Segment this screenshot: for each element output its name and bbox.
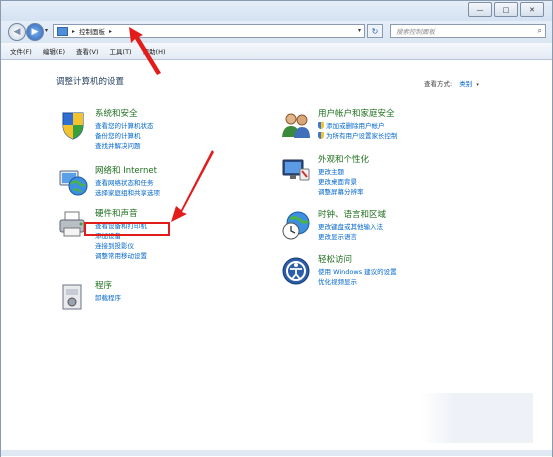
refresh-button[interactable]: ↻	[367, 24, 383, 38]
link-change-display-language[interactable]: 更改显示语言	[318, 232, 386, 242]
category-ease-of-access: 轻松访问 使用 Windows 建议的设置 优化视频显示	[280, 255, 397, 287]
programs-title[interactable]: 程序	[95, 281, 121, 292]
link-change-theme[interactable]: 更改主题	[318, 167, 369, 177]
breadcrumb-chevron-icon[interactable]: ▸	[72, 28, 75, 35]
category-appearance: 外观和个性化 更改主题 更改桌面背景 调整屏幕分辨率	[280, 155, 369, 197]
close-button[interactable]: ✕	[520, 2, 544, 17]
link-add-remove-accounts[interactable]: 添加或删除用户帐户	[318, 121, 398, 131]
link-mobility-settings[interactable]: 调整常用移动设置	[95, 251, 147, 261]
search-icon[interactable]: ⌕	[538, 26, 542, 36]
ease-of-access-icon[interactable]	[280, 255, 312, 287]
hardware-sound-title[interactable]: 硬件和声音	[95, 209, 147, 220]
menu-bar: 文件(F) 编辑(E) 查看(V) 工具(T) 帮助(H)	[1, 43, 552, 60]
link-uninstall-program[interactable]: 卸载程序	[95, 293, 121, 303]
ease-of-access-title[interactable]: 轻松访问	[318, 255, 397, 266]
link-connect-projector[interactable]: 连接到投影仪	[95, 241, 147, 251]
view-by: 查看方式: 类别 ▾	[424, 78, 479, 88]
clock-globe-icon[interactable]	[280, 210, 312, 242]
annotation-arrow-lower	[171, 150, 214, 222]
annotation-highlight-box	[84, 222, 170, 236]
title-bar: — □ ✕	[1, 1, 552, 21]
address-bar[interactable]: ▸ 控制面板 ▸ ▾	[53, 24, 365, 38]
search-input[interactable]: 搜索控制面板	[396, 26, 435, 36]
glass-overlay	[421, 393, 533, 443]
system-security-icon[interactable]	[57, 109, 89, 141]
breadcrumb-chevron-icon[interactable]: ▸	[109, 28, 112, 35]
link-parental-controls[interactable]: 为所有用户设置家长控制	[318, 131, 398, 141]
link-troubleshoot[interactable]: 查找并解决问题	[95, 141, 154, 151]
refresh-icon: ↻	[371, 26, 379, 36]
address-dropdown-icon[interactable]: ▾	[358, 27, 361, 34]
category-clock-language: 时钟、语言和区域 更改键盘或其他输入法 更改显示语言	[280, 210, 386, 242]
view-by-selector[interactable]: 类别	[459, 80, 472, 88]
menu-file[interactable]: 文件(F)	[10, 46, 32, 56]
link-change-keyboard[interactable]: 更改键盘或其他输入法	[318, 222, 386, 232]
control-panel-icon	[57, 26, 68, 36]
view-by-label: 查看方式:	[424, 80, 453, 88]
link-optimize-display[interactable]: 优化视频显示	[318, 277, 397, 287]
category-network-internet: 网络和 Internet 查看网络状态和任务 选择家庭组和共享选项	[57, 166, 160, 198]
menu-view[interactable]: 查看(V)	[76, 46, 99, 56]
forward-button[interactable]: ▶	[26, 23, 44, 41]
caption-buttons: — □ ✕	[466, 2, 544, 17]
appearance-monitor-icon[interactable]	[280, 155, 312, 187]
breadcrumb-control-panel[interactable]: 控制面板	[79, 26, 105, 36]
category-system-security: 系统和安全 查看您的计算机状态 备份您的计算机 查找并解决问题	[57, 109, 154, 151]
appearance-title[interactable]: 外观和个性化	[318, 155, 369, 166]
link-backup-computer[interactable]: 备份您的计算机	[95, 131, 154, 141]
category-programs: 程序 卸载程序	[57, 281, 121, 313]
link-homegroup-sharing[interactable]: 选择家庭组和共享选项	[95, 188, 160, 198]
page-title: 调整计算机的设置	[56, 77, 125, 87]
link-view-network-status[interactable]: 查看网络状态和任务	[95, 178, 160, 188]
maximize-button[interactable]: □	[494, 2, 518, 17]
window-bottom-frame	[1, 450, 552, 456]
back-button[interactable]: ◀	[8, 23, 26, 41]
link-screen-resolution[interactable]: 调整屏幕分辨率	[318, 187, 369, 197]
network-internet-title[interactable]: 网络和 Internet	[95, 166, 160, 177]
users-icon[interactable]	[280, 109, 312, 141]
annotation-arrow-upper	[129, 27, 161, 75]
user-accounts-title[interactable]: 用户帐户和家庭安全	[318, 109, 398, 120]
chevron-down-icon[interactable]: ▾	[476, 82, 479, 88]
menu-edit[interactable]: 编辑(E)	[43, 46, 65, 56]
network-globe-icon[interactable]	[57, 166, 89, 198]
system-security-title[interactable]: 系统和安全	[95, 109, 154, 120]
link-recommended-settings[interactable]: 使用 Windows 建议的设置	[318, 267, 397, 277]
navigation-bar: ◀ ▶ ▾ ▸ 控制面板 ▸ ▾ ↻ 搜索控制面板 ⌕	[1, 21, 552, 43]
minimize-button[interactable]: —	[468, 2, 492, 17]
search-box[interactable]: 搜索控制面板 ⌕	[390, 24, 546, 38]
category-user-accounts: 用户帐户和家庭安全 添加或删除用户帐户 为所有用户设置家长控制	[280, 109, 398, 141]
control-panel-window: — □ ✕ ◀ ▶ ▾ ▸ 控制面板 ▸ ▾ ↻ 搜索控制面板 ⌕ 文件(F) …	[0, 0, 553, 457]
recent-pages-dropdown[interactable]: ▾	[45, 27, 48, 34]
link-view-computer-status[interactable]: 查看您的计算机状态	[95, 121, 154, 131]
programs-icon[interactable]	[57, 281, 89, 313]
clock-language-title[interactable]: 时钟、语言和区域	[318, 210, 386, 221]
link-desktop-background[interactable]: 更改桌面背景	[318, 177, 369, 187]
